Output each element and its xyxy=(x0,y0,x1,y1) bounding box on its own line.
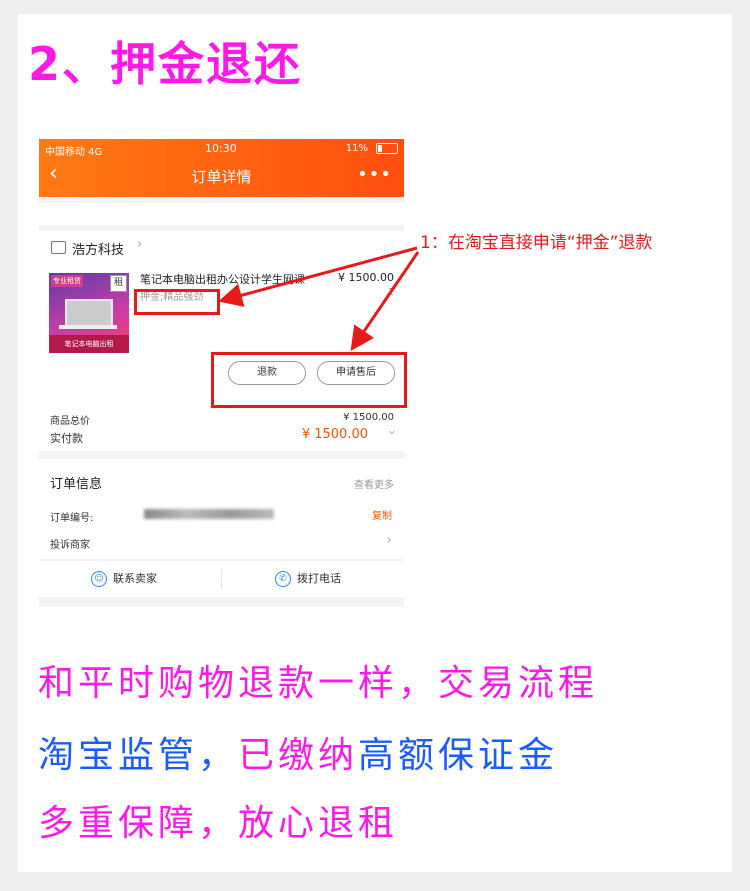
caption-segment: 淘宝监管， xyxy=(38,735,239,776)
caption-line-2: 淘宝监管，已缴纳高额保证金 xyxy=(38,726,558,778)
caption-segment: 高额保证金 xyxy=(358,735,559,776)
caption-line-3: 多重保障，放心退租 xyxy=(38,794,398,846)
caption-segment: 和平时购物退款一样，交易流程 xyxy=(38,663,599,704)
caption-line-1: 和平时购物退款一样，交易流程 xyxy=(38,654,598,706)
arrow-to-sku xyxy=(218,246,418,307)
arrow-to-buttons xyxy=(350,251,420,351)
caption-segment: 多重保障，放心退租 xyxy=(38,803,399,844)
caption-segment: 已缴纳 xyxy=(238,735,359,776)
